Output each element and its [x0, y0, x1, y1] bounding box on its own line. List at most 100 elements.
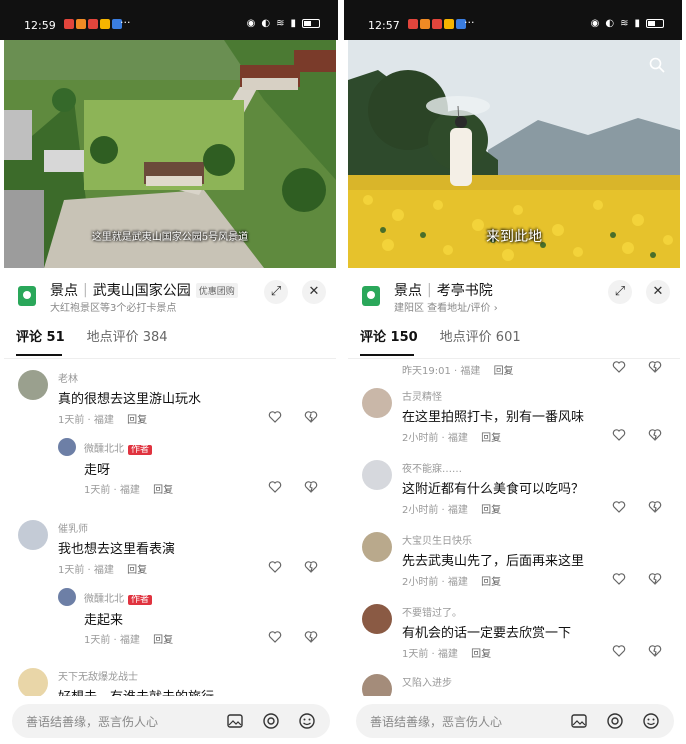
wifi-icon: ≋: [620, 18, 629, 29]
comment-text[interactable]: 有机会的话一定要去欣赏一下: [402, 622, 571, 641]
avatar[interactable]: [58, 438, 76, 456]
dislike-icon[interactable]: [304, 560, 318, 574]
comment-author[interactable]: 大宝贝生日快乐: [402, 532, 472, 547]
reply-button[interactable]: 回复: [481, 433, 501, 444]
dislike-icon[interactable]: [648, 572, 662, 586]
place-subtitle[interactable]: 大红袍景区等3个必打卡景点: [50, 299, 176, 314]
comment-author[interactable]: 夜不能寐……: [402, 460, 462, 475]
notification-icons: [64, 19, 122, 29]
heart-icon[interactable]: [612, 572, 626, 586]
dislike-icon[interactable]: [648, 428, 662, 442]
reply-button[interactable]: 回复: [494, 366, 514, 377]
avatar[interactable]: [58, 588, 76, 606]
video-caption: 这里就是武夷山国家公园5号风景道: [91, 232, 249, 243]
comment-input[interactable]: 善语结善缘，恶言伤人心: [12, 704, 330, 738]
at-icon[interactable]: [606, 712, 624, 730]
input-placeholder: 善语结善缘，恶言伤人心: [26, 715, 159, 729]
alarm-icon: ◐: [605, 18, 615, 29]
place-header[interactable]: 景点 | 考亭书院: [394, 280, 493, 300]
avatar[interactable]: [18, 370, 48, 400]
signal-icon: ▮: [290, 18, 296, 29]
dislike-icon[interactable]: [304, 410, 318, 424]
dislike-icon[interactable]: [648, 500, 662, 514]
reply-button[interactable]: 回复: [481, 505, 501, 516]
reply-button[interactable]: 回复: [471, 649, 491, 660]
comment-text[interactable]: 我也想去这里看表演: [58, 538, 175, 557]
tab-divider: [4, 358, 336, 359]
share-button[interactable]: ⤢: [264, 280, 288, 304]
author-badge: 作者: [128, 595, 153, 605]
avatar[interactable]: [18, 668, 48, 696]
alarm-icon: ◐: [261, 18, 271, 29]
video-player[interactable]: 这里就是武夷山国家公园5号风景道: [4, 40, 336, 268]
reply-button[interactable]: 回复: [153, 485, 173, 496]
comment-text[interactable]: 先去武夷山先了，后面再来这里: [402, 550, 584, 569]
heart-icon[interactable]: [612, 500, 626, 514]
place-header[interactable]: 景点 | 武夷山国家公园 优惠团购: [50, 280, 238, 300]
comment-author[interactable]: 古灵精怪: [402, 388, 442, 403]
comment-list[interactable]: 老林 真的很想去这里游山玩水 1天前 · 福建 回复 微醺北北 作者 走呀 1天前…: [4, 360, 336, 696]
close-button[interactable]: ✕: [302, 280, 326, 304]
tab-comments[interactable]: 评论 51: [16, 326, 65, 345]
emoji-icon[interactable]: [298, 712, 316, 730]
battery-icon: [646, 19, 664, 28]
comment-author[interactable]: 天下无敌爆龙战士: [58, 668, 138, 683]
comment-author[interactable]: 老林: [58, 370, 78, 385]
share-button[interactable]: ⤢: [608, 280, 632, 304]
heart-icon[interactable]: [612, 360, 626, 374]
emoji-icon[interactable]: [642, 712, 660, 730]
comment-text[interactable]: 真的很想去这里游山玩水: [58, 388, 201, 407]
comment-author[interactable]: 不要错过了。: [402, 604, 462, 619]
reply-button[interactable]: 回复: [127, 565, 147, 576]
video-player[interactable]: 来到此地: [348, 40, 680, 268]
reply-text[interactable]: 走呀: [84, 459, 110, 478]
comment-text[interactable]: 好想去，有谁去就去的旅行: [58, 686, 214, 696]
reply-button[interactable]: 回复: [127, 415, 147, 426]
heart-icon[interactable]: [268, 410, 282, 424]
comment-location: 福建: [93, 415, 114, 426]
place-subtitle[interactable]: 建阳区 查看地址/评价 ›: [394, 299, 498, 314]
image-icon[interactable]: [226, 712, 244, 730]
comment-text[interactable]: 在这里拍照打卡，别有一番风味: [402, 406, 584, 425]
reply-author[interactable]: 微醺北北 作者: [84, 590, 153, 605]
tab-place-reviews[interactable]: 地点评价 384: [87, 326, 168, 345]
tab-comments[interactable]: 评论 150: [360, 326, 418, 345]
reply-text[interactable]: 走起来: [84, 609, 123, 628]
at-icon[interactable]: [262, 712, 280, 730]
avatar[interactable]: [18, 520, 48, 550]
heart-icon[interactable]: [612, 428, 626, 442]
comment-meta: 2小时前 · 福建 回复: [402, 577, 502, 588]
avatar[interactable]: [362, 460, 392, 490]
status-right: ◉ ◐ ≋ ▮: [247, 18, 320, 29]
place-name: 武夷山国家公园: [92, 283, 191, 299]
dislike-icon[interactable]: [648, 644, 662, 658]
dislike-icon[interactable]: [304, 480, 318, 494]
heart-icon[interactable]: [268, 560, 282, 574]
heart-icon[interactable]: [268, 630, 282, 644]
reply-button[interactable]: 回复: [153, 635, 173, 646]
dislike-icon[interactable]: [304, 630, 318, 644]
comment-input[interactable]: 善语结善缘，恶言伤人心: [356, 704, 674, 738]
right-screen: 12:57 ··· ◉ ◐ ≋ ▮ 来到此地 景点 | 考亭书院 建阳区 查看地…: [344, 0, 682, 744]
close-button[interactable]: ✕: [646, 280, 670, 304]
reply-author[interactable]: 微醺北北 作者: [84, 440, 153, 455]
avatar[interactable]: [362, 604, 392, 634]
tab-place-reviews[interactable]: 地点评价 601: [440, 326, 521, 345]
comment-author[interactable]: 催乳师: [58, 520, 88, 535]
heart-icon[interactable]: [268, 480, 282, 494]
heart-icon[interactable]: [612, 644, 626, 658]
comment-text[interactable]: 这附近都有什么美食可以吃吗？: [402, 478, 584, 497]
coupon-badge[interactable]: 优惠团购: [195, 282, 238, 298]
avatar[interactable]: [362, 674, 392, 696]
image-icon[interactable]: [570, 712, 588, 730]
avatar[interactable]: [362, 388, 392, 418]
comment-list[interactable]: 昨天19:01 · 福建 回复 古灵精怪 在这里拍照打卡，别有一番风味 2小时前…: [348, 360, 680, 696]
comment-sheet: 景点 | 考亭书院 建阳区 查看地址/评价 › ⤢ ✕ 评论 150 地点评价 …: [348, 268, 680, 744]
avatar[interactable]: [362, 532, 392, 562]
dislike-icon[interactable]: [648, 360, 662, 374]
comment-author[interactable]: 又陷入进步: [402, 674, 452, 689]
reply-button[interactable]: 回复: [481, 577, 501, 588]
comment-meta: 1天前 · 福建 回复: [58, 415, 148, 426]
input-placeholder: 善语结善缘，恶言伤人心: [370, 715, 503, 729]
search-icon[interactable]: [648, 56, 666, 74]
